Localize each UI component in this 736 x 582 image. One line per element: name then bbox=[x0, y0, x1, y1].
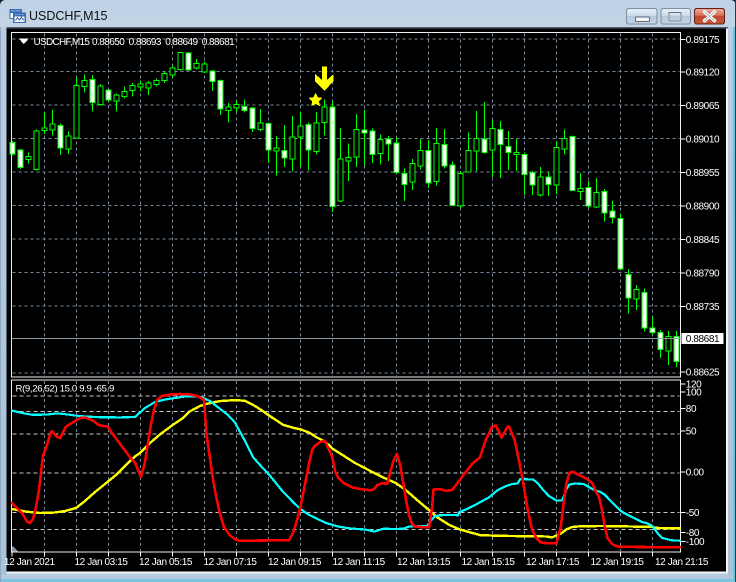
svg-text:0.89065: 0.89065 bbox=[686, 101, 720, 112]
svg-text:12 Jan 19:15: 12 Jan 19:15 bbox=[591, 557, 645, 568]
svg-text:0.88681: 0.88681 bbox=[202, 37, 235, 48]
svg-text:12 Jan 11:15: 12 Jan 11:15 bbox=[333, 557, 386, 568]
svg-text:0.88900: 0.88900 bbox=[686, 202, 720, 213]
svg-text:USDCHF,M15: USDCHF,M15 bbox=[29, 9, 108, 23]
svg-text:0.88735: 0.88735 bbox=[686, 302, 720, 313]
svg-text:50: 50 bbox=[686, 427, 697, 438]
svg-text:12 Jan 07:15: 12 Jan 07:15 bbox=[204, 557, 258, 568]
svg-text:0.88790: 0.88790 bbox=[686, 269, 720, 280]
svg-text:12 Jan 09:15: 12 Jan 09:15 bbox=[268, 557, 322, 568]
svg-text:R(9,26,52) 15.0 9.9 -65.9: R(9,26,52) 15.0 9.9 -65.9 bbox=[16, 384, 114, 395]
svg-text:-100: -100 bbox=[686, 537, 705, 548]
svg-text:100: 100 bbox=[686, 388, 702, 399]
svg-text:0.89010: 0.89010 bbox=[686, 135, 720, 146]
svg-text:0.89120: 0.89120 bbox=[686, 68, 720, 79]
svg-text:0.89175: 0.89175 bbox=[686, 35, 720, 46]
svg-text:12 Jan 15:15: 12 Jan 15:15 bbox=[462, 557, 516, 568]
svg-text:USDCHF,M15: USDCHF,M15 bbox=[34, 37, 91, 48]
svg-text:12 Jan 13:15: 12 Jan 13:15 bbox=[397, 557, 451, 568]
svg-text:12 Jan 03:15: 12 Jan 03:15 bbox=[75, 557, 129, 568]
svg-text:12 Jan 05:15: 12 Jan 05:15 bbox=[139, 557, 193, 568]
svg-text:0.88625: 0.88625 bbox=[686, 368, 720, 379]
svg-text:12 Jan 21:15: 12 Jan 21:15 bbox=[655, 557, 709, 568]
svg-text:12 Jan 2021: 12 Jan 2021 bbox=[4, 557, 55, 568]
svg-text:0.88845: 0.88845 bbox=[686, 235, 720, 246]
svg-text:12 Jan 17:15: 12 Jan 17:15 bbox=[526, 557, 580, 568]
svg-text:0.00: 0.00 bbox=[686, 468, 705, 479]
svg-text:0.88955: 0.88955 bbox=[686, 168, 720, 179]
svg-text:0.88650: 0.88650 bbox=[92, 37, 125, 48]
svg-text:0.88681: 0.88681 bbox=[686, 334, 720, 345]
svg-text:0.88693: 0.88693 bbox=[129, 37, 162, 48]
svg-text:0.88649: 0.88649 bbox=[165, 37, 198, 48]
svg-text:80: 80 bbox=[686, 404, 697, 415]
svg-text:-50: -50 bbox=[686, 508, 700, 519]
